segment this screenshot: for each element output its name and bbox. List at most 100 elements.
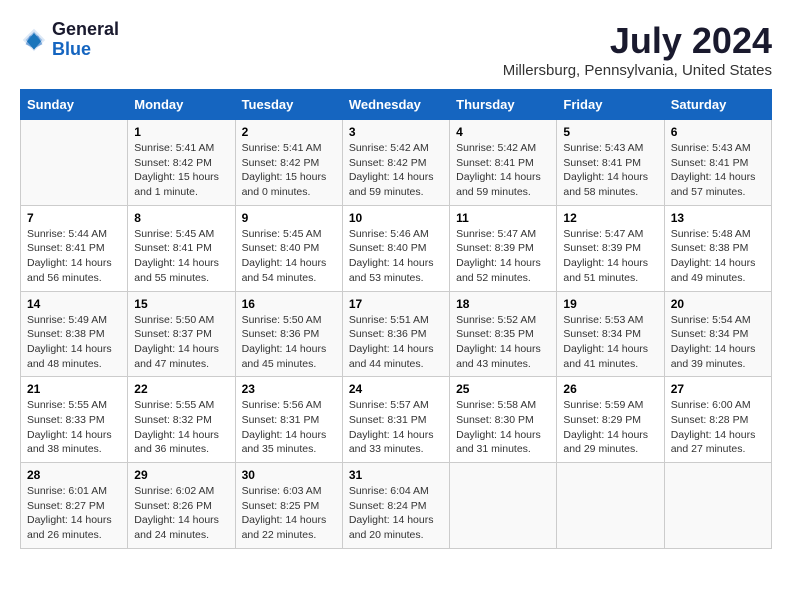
day-number: 11: [456, 211, 550, 225]
calendar-cell: 22Sunrise: 5:55 AM Sunset: 8:32 PM Dayli…: [128, 377, 235, 463]
calendar-cell: 23Sunrise: 5:56 AM Sunset: 8:31 PM Dayli…: [235, 377, 342, 463]
logo-general: General: [52, 20, 119, 40]
column-header-saturday: Saturday: [664, 90, 771, 120]
calendar-cell: 27Sunrise: 6:00 AM Sunset: 8:28 PM Dayli…: [664, 377, 771, 463]
calendar-cell: 15 Sunrise: 5:50 AM Sunset: 8:37 PM Dayli…: [128, 291, 235, 377]
day-number: 30: [242, 468, 336, 482]
calendar-cell: 12Sunrise: 5:47 AM Sunset: 8:39 PM Dayli…: [557, 205, 664, 291]
week-row-1: 1Sunrise: 5:41 AM Sunset: 8:42 PM Daylig…: [21, 120, 772, 206]
day-info: Sunrise: 5:43 AM Sunset: 8:41 PM Dayligh…: [671, 141, 765, 200]
day-info: Sunrise: 5:56 AM Sunset: 8:31 PM Dayligh…: [242, 398, 336, 457]
day-number: 15: [134, 297, 228, 311]
day-info: Sunrise: 5:45 AM Sunset: 8:40 PM Dayligh…: [242, 227, 336, 286]
day-info: Sunrise: 5:41 AM Sunset: 8:42 PM Dayligh…: [134, 141, 228, 200]
calendar-cell: 10Sunrise: 5:46 AM Sunset: 8:40 PM Dayli…: [342, 205, 449, 291]
calendar-cell: 3Sunrise: 5:42 AM Sunset: 8:42 PM Daylig…: [342, 120, 449, 206]
day-number: 31: [349, 468, 443, 482]
day-number: 7: [27, 211, 121, 225]
day-number: 21: [27, 382, 121, 396]
calendar-cell: 2 Sunrise: 5:41 AM Sunset: 8:42 PM Daylig…: [235, 120, 342, 206]
day-number: 16: [242, 297, 336, 311]
day-info: Sunrise: 5:54 AM Sunset: 8:34 PM Dayligh…: [671, 313, 765, 372]
day-info: Sunrise: 5:50 AM Sunset: 8:36 PM Dayligh…: [242, 313, 336, 372]
day-info: Sunrise: 5:58 AM Sunset: 8:30 PM Dayligh…: [456, 398, 550, 457]
logo-icon: [20, 26, 48, 54]
calendar-table: SundayMondayTuesdayWednesdayThursdayFrid…: [20, 89, 772, 549]
day-number: 22: [134, 382, 228, 396]
column-header-thursday: Thursday: [450, 90, 557, 120]
calendar-cell: 20Sunrise: 5:54 AM Sunset: 8:34 PM Dayli…: [664, 291, 771, 377]
logo: General Blue: [20, 20, 119, 60]
calendar-cell: 13 Sunrise: 5:48 AM Sunset: 8:38 PM Dayli…: [664, 205, 771, 291]
day-info: Sunrise: 5:41 AM Sunset: 8:42 PM Dayligh…: [242, 141, 336, 200]
calendar-cell: 17 Sunrise: 5:51 AM Sunset: 8:36 PM Dayli…: [342, 291, 449, 377]
day-info: Sunrise: 5:46 AM Sunset: 8:40 PM Dayligh…: [349, 227, 443, 286]
day-number: 2: [242, 125, 336, 139]
day-info: Sunrise: 5:47 AM Sunset: 8:39 PM Dayligh…: [563, 227, 657, 286]
main-title: July 2024: [503, 20, 772, 62]
column-header-tuesday: Tuesday: [235, 90, 342, 120]
day-number: 18: [456, 297, 550, 311]
day-number: 9: [242, 211, 336, 225]
subtitle: Millersburg, Pennsylvania, United States: [503, 62, 772, 79]
day-info: Sunrise: 5:45 AM Sunset: 8:41 PM Dayligh…: [134, 227, 228, 286]
calendar-cell: 19 Sunrise: 5:53 AM Sunset: 8:34 PM Dayli…: [557, 291, 664, 377]
day-number: 26: [563, 382, 657, 396]
calendar-cell: 31 Sunrise: 6:04 AM Sunset: 8:24 PM Dayli…: [342, 463, 449, 549]
logo-text: General Blue: [52, 20, 119, 60]
day-info: Sunrise: 5:42 AM Sunset: 8:42 PM Dayligh…: [349, 141, 443, 200]
day-info: Sunrise: 5:47 AM Sunset: 8:39 PM Dayligh…: [456, 227, 550, 286]
week-row-5: 28 Sunrise: 6:01 AM Sunset: 8:27 PM Dayli…: [21, 463, 772, 549]
day-number: 17: [349, 297, 443, 311]
calendar-cell: [21, 120, 128, 206]
week-row-3: 14 Sunrise: 5:49 AM Sunset: 8:38 PM Dayli…: [21, 291, 772, 377]
day-info: Sunrise: 5:57 AM Sunset: 8:31 PM Dayligh…: [349, 398, 443, 457]
day-info: Sunrise: 5:52 AM Sunset: 8:35 PM Dayligh…: [456, 313, 550, 372]
logo-blue: Blue: [52, 40, 119, 60]
calendar-cell: 7 Sunrise: 5:44 AM Sunset: 8:41 PM Daylig…: [21, 205, 128, 291]
calendar-cell: 14 Sunrise: 5:49 AM Sunset: 8:38 PM Dayli…: [21, 291, 128, 377]
calendar-cell: 9 Sunrise: 5:45 AM Sunset: 8:40 PM Daylig…: [235, 205, 342, 291]
calendar-cell: 24 Sunrise: 5:57 AM Sunset: 8:31 PM Dayli…: [342, 377, 449, 463]
page-header: General Blue July 2024 Millersburg, Penn…: [20, 20, 772, 79]
day-number: 24: [349, 382, 443, 396]
column-header-wednesday: Wednesday: [342, 90, 449, 120]
day-info: Sunrise: 5:55 AM Sunset: 8:33 PM Dayligh…: [27, 398, 121, 457]
calendar-cell: 28 Sunrise: 6:01 AM Sunset: 8:27 PM Dayli…: [21, 463, 128, 549]
day-info: Sunrise: 5:51 AM Sunset: 8:36 PM Dayligh…: [349, 313, 443, 372]
calendar-cell: [557, 463, 664, 549]
day-number: 13: [671, 211, 765, 225]
calendar-cell: 5 Sunrise: 5:43 AM Sunset: 8:41 PM Daylig…: [557, 120, 664, 206]
day-number: 5: [563, 125, 657, 139]
title-block: July 2024 Millersburg, Pennsylvania, Uni…: [503, 20, 772, 79]
day-number: 4: [456, 125, 550, 139]
column-header-sunday: Sunday: [21, 90, 128, 120]
calendar-cell: 1Sunrise: 5:41 AM Sunset: 8:42 PM Daylig…: [128, 120, 235, 206]
day-info: Sunrise: 6:04 AM Sunset: 8:24 PM Dayligh…: [349, 484, 443, 543]
day-number: 19: [563, 297, 657, 311]
day-info: Sunrise: 5:43 AM Sunset: 8:41 PM Dayligh…: [563, 141, 657, 200]
day-number: 29: [134, 468, 228, 482]
column-header-friday: Friday: [557, 90, 664, 120]
day-number: 8: [134, 211, 228, 225]
day-info: Sunrise: 5:44 AM Sunset: 8:41 PM Dayligh…: [27, 227, 121, 286]
day-info: Sunrise: 5:50 AM Sunset: 8:37 PM Dayligh…: [134, 313, 228, 372]
column-header-monday: Monday: [128, 90, 235, 120]
calendar-cell: 11 Sunrise: 5:47 AM Sunset: 8:39 PM Dayli…: [450, 205, 557, 291]
day-info: Sunrise: 5:48 AM Sunset: 8:38 PM Dayligh…: [671, 227, 765, 286]
calendar-cell: [450, 463, 557, 549]
day-info: Sunrise: 6:01 AM Sunset: 8:27 PM Dayligh…: [27, 484, 121, 543]
calendar-cell: 8 Sunrise: 5:45 AM Sunset: 8:41 PM Daylig…: [128, 205, 235, 291]
day-info: Sunrise: 5:49 AM Sunset: 8:38 PM Dayligh…: [27, 313, 121, 372]
calendar-cell: 4Sunrise: 5:42 AM Sunset: 8:41 PM Daylig…: [450, 120, 557, 206]
day-number: 14: [27, 297, 121, 311]
day-number: 28: [27, 468, 121, 482]
day-info: Sunrise: 5:53 AM Sunset: 8:34 PM Dayligh…: [563, 313, 657, 372]
day-number: 25: [456, 382, 550, 396]
calendar-cell: 6 Sunrise: 5:43 AM Sunset: 8:41 PM Daylig…: [664, 120, 771, 206]
day-info: Sunrise: 5:59 AM Sunset: 8:29 PM Dayligh…: [563, 398, 657, 457]
day-number: 27: [671, 382, 765, 396]
calendar-cell: 30Sunrise: 6:03 AM Sunset: 8:25 PM Dayli…: [235, 463, 342, 549]
day-number: 6: [671, 125, 765, 139]
calendar-header-row: SundayMondayTuesdayWednesdayThursdayFrid…: [21, 90, 772, 120]
